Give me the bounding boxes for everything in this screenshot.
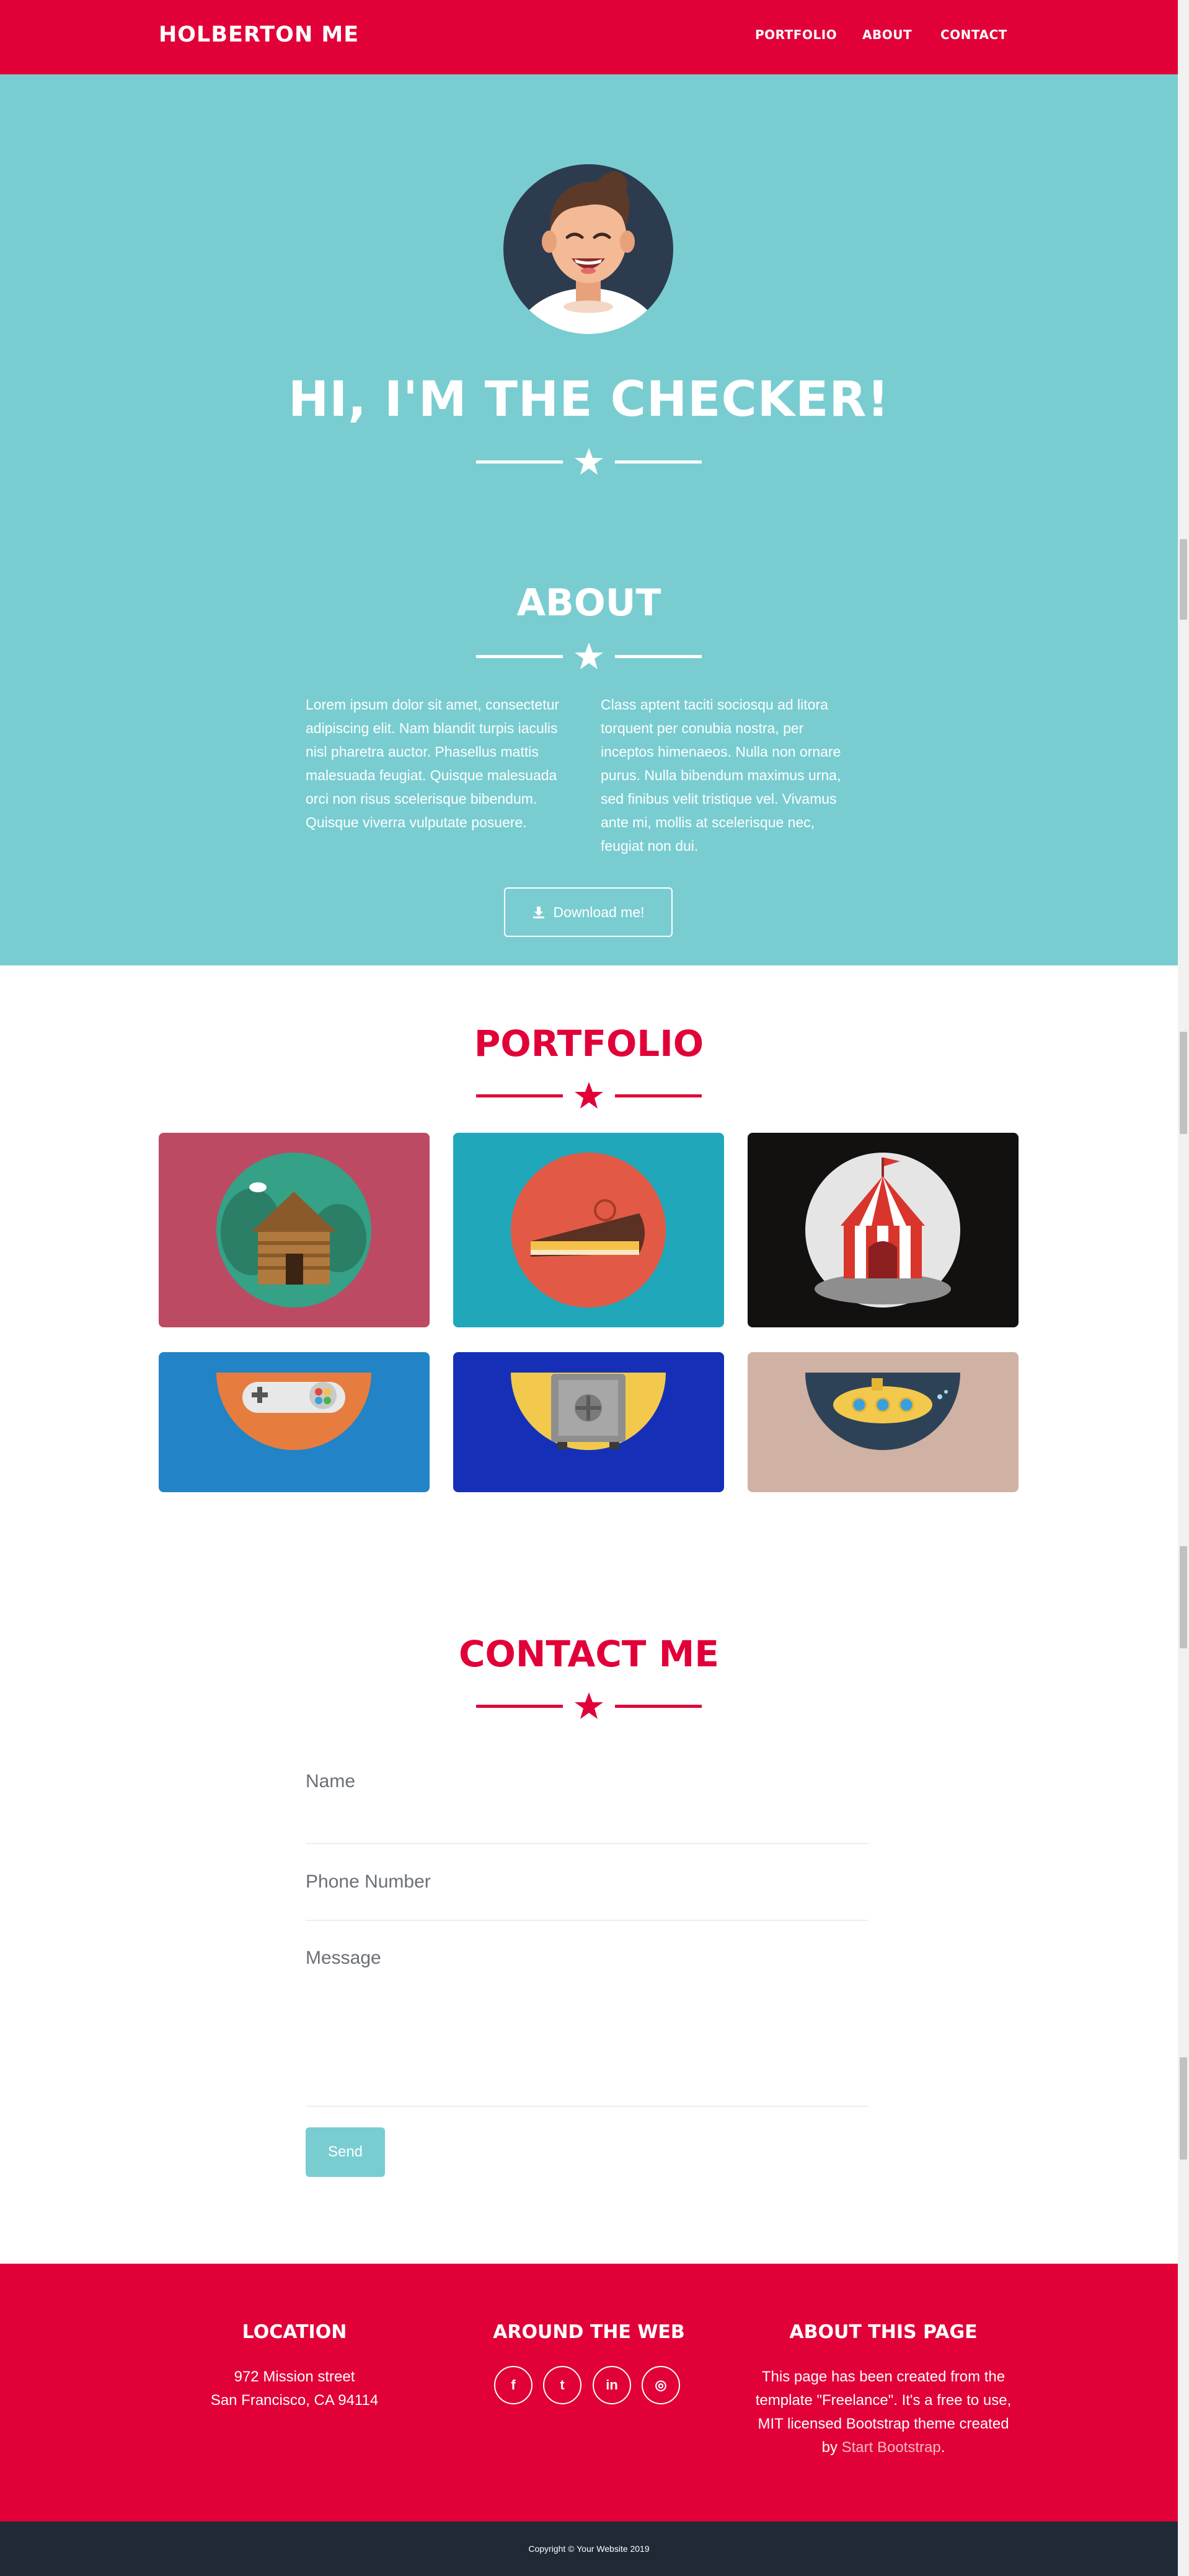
- scrollbar-thumb[interactable]: [1180, 2057, 1187, 2160]
- about-line: nisl pharetra auctor. Phasellus mattis: [306, 744, 539, 760]
- about-line: feugiat non dui.: [601, 838, 699, 854]
- about-title: ABOUT: [516, 581, 661, 625]
- about-line: sed finibus velit tristique vel. Vivamus: [601, 791, 837, 807]
- about-line: adipiscing elit. Nam blandit turpis iacu…: [306, 720, 558, 736]
- brand-logo[interactable]: HOLBERTON ME: [159, 22, 359, 47]
- about-page-line: This page has been created from the: [761, 2368, 1006, 2385]
- download-button[interactable]: Download me!: [504, 887, 673, 937]
- about-page-line: MIT licensed Bootstrap theme created: [758, 2416, 1009, 2432]
- star-icon: [575, 1082, 603, 1109]
- cabin-icon: [216, 1153, 371, 1308]
- facebook-icon[interactable]: f: [494, 2366, 533, 2404]
- star-icon: [575, 1692, 603, 1719]
- scrollbar-track[interactable]: [1178, 0, 1189, 2576]
- message-field[interactable]: Message: [306, 1948, 381, 1969]
- name-field-underline: [306, 1843, 869, 1844]
- about-line: purus. Nulla bibendum maximus urna,: [601, 767, 841, 783]
- download-label: Download me!: [553, 903, 645, 920]
- scrollbar-thumb[interactable]: [1180, 539, 1187, 620]
- copyright-bar: Copyright © Your Website 2019: [0, 2521, 1178, 2576]
- footer-web-title: AROUND THE WEB: [493, 2321, 685, 2343]
- circus-tent-icon: [805, 1153, 960, 1308]
- about-line: Lorem ipsum dolor sit amet, consectetur: [306, 697, 560, 713]
- about-page-line: by Start Bootstrap.: [728, 2436, 1038, 2460]
- footer-address: 972 Mission street San Francisco, CA 941…: [139, 2365, 449, 2412]
- star-divider: [476, 1080, 702, 1111]
- about-text-right: Class aptent taciti sociosqu ad litora t…: [601, 693, 880, 858]
- avatar: [503, 164, 673, 334]
- about-line: ante mi, mollis at scelerisque nec,: [601, 814, 815, 830]
- about-end: .: [940, 2439, 945, 2456]
- about-page-line: template "Freelance". It's a free to use…: [755, 2392, 1012, 2409]
- dribbble-icon[interactable]: ◎: [642, 2366, 680, 2404]
- send-button[interactable]: Send: [306, 2127, 385, 2177]
- cake-icon: [511, 1153, 666, 1308]
- navbar: HOLBERTON ME PORTFOLIO ABOUT CONTACT: [0, 0, 1178, 74]
- star-divider: [476, 446, 702, 477]
- linkedin-icon[interactable]: in: [593, 2366, 631, 2404]
- nav-link-contact[interactable]: CONTACT: [940, 27, 1007, 42]
- address-line: San Francisco, CA 94114: [210, 2392, 379, 2409]
- portfolio-item-cake[interactable]: [453, 1133, 724, 1327]
- footer-about-title: ABOUT THIS PAGE: [789, 2321, 978, 2343]
- about-line: Quisque viverra vulputate posuere.: [306, 814, 527, 830]
- start-bootstrap-link[interactable]: Start Bootstrap: [842, 2439, 941, 2456]
- safe-icon: [511, 1373, 666, 1450]
- address-line: 972 Mission street: [234, 2368, 355, 2385]
- nav-link-portfolio[interactable]: PORTFOLIO: [755, 27, 837, 42]
- phone-field-underline: [306, 1920, 869, 1921]
- portfolio-item-safe[interactable]: [453, 1352, 724, 1492]
- star-divider: [476, 1690, 702, 1721]
- scrollbar-thumb[interactable]: [1180, 1032, 1187, 1134]
- portfolio-item-cabin[interactable]: [159, 1133, 430, 1327]
- twitter-icon[interactable]: t: [543, 2366, 581, 2404]
- about-line: orci non risus scelerisque bibendum.: [306, 791, 537, 807]
- about-line: inceptos himenaeos. Nulla non ornare: [601, 744, 841, 760]
- nav-link-about[interactable]: ABOUT: [862, 27, 912, 42]
- about-line: torquent per conubia nostra, per: [601, 720, 804, 736]
- footer-location-title: LOCATION: [242, 2321, 347, 2343]
- about-line: malesuada feugiat. Quisque malesuada: [306, 767, 557, 783]
- about-by: by: [821, 2439, 842, 2456]
- star-icon: [575, 643, 603, 669]
- contact-title: CONTACT ME: [458, 1633, 720, 1675]
- copyright-text: Copyright © Your Website 2019: [528, 2544, 650, 2554]
- message-field-underline: [306, 2106, 869, 2107]
- star-icon: [575, 448, 603, 475]
- portfolio-item-game[interactable]: [159, 1352, 430, 1492]
- submarine-icon: [805, 1373, 960, 1450]
- portfolio-item-submarine[interactable]: [748, 1352, 1019, 1492]
- hero-title: HI, I'M THE CHECKER!: [288, 372, 890, 428]
- about-line: Class aptent taciti sociosqu ad litora: [601, 697, 828, 713]
- game-controller-icon: [216, 1373, 371, 1450]
- about-text-left: Lorem ipsum dolor sit amet, consectetur …: [306, 693, 585, 834]
- download-icon: [533, 907, 545, 918]
- phone-field[interactable]: Phone Number: [306, 1871, 431, 1892]
- name-field[interactable]: Name: [306, 1771, 355, 1792]
- portfolio-title: PORTFOLIO: [474, 1022, 704, 1065]
- footer-about-text: This page has been created from the temp…: [728, 2365, 1038, 2460]
- scrollbar-thumb[interactable]: [1180, 1546, 1187, 1648]
- portfolio-item-circus[interactable]: [748, 1133, 1019, 1327]
- star-divider: [476, 641, 702, 672]
